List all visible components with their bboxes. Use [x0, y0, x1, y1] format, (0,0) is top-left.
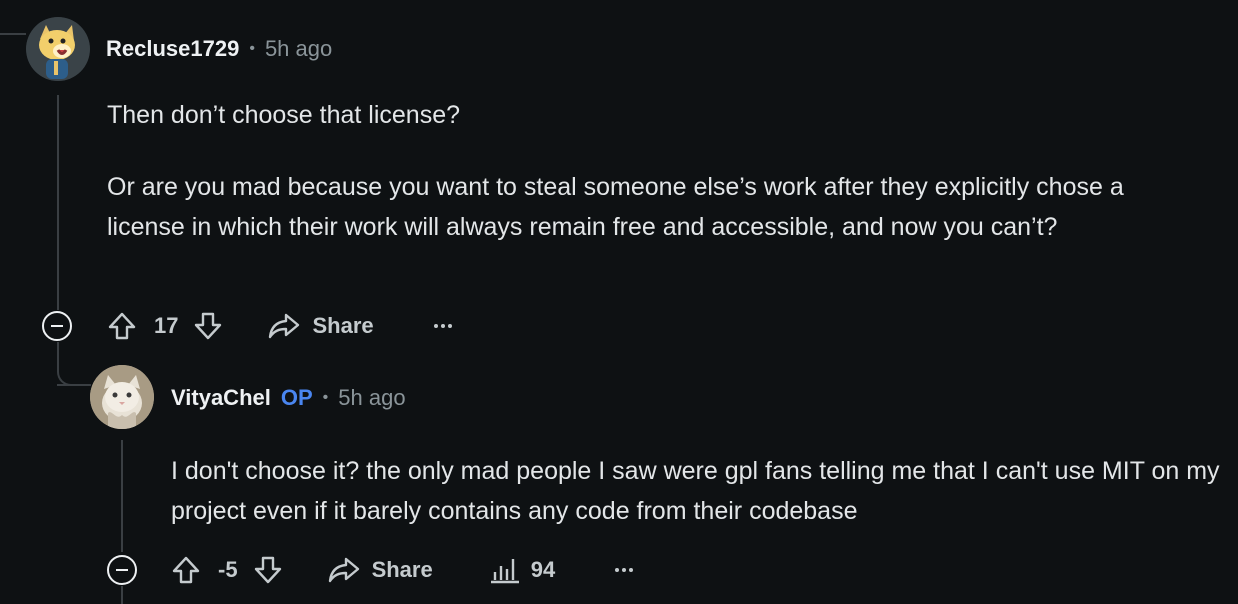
meta-separator: • — [249, 40, 255, 57]
downvote-arrow-icon — [254, 556, 281, 584]
minus-icon — [116, 569, 128, 571]
parent-thread-line — [0, 33, 26, 35]
cat-avatar-icon — [90, 365, 154, 429]
timestamp[interactable]: 5h ago — [338, 385, 405, 411]
collapse-thread-button[interactable] — [42, 311, 72, 341]
share-arrow-icon — [269, 313, 300, 339]
share-arrow-icon — [328, 557, 359, 583]
comment-actions: -5 Share 94 — [170, 553, 634, 587]
downvote-button[interactable] — [252, 554, 284, 586]
op-badge: OP — [280, 385, 313, 410]
dog-avatar-icon — [26, 17, 90, 81]
comment-thread-line — [57, 95, 59, 310]
upvote-button[interactable] — [170, 554, 202, 586]
comment-meta: VityaChel OP • 5h ago — [171, 385, 406, 411]
comment-actions: 17 Share — [106, 309, 452, 343]
share-button[interactable]: Share — [268, 312, 374, 340]
views-count: 94 — [530, 557, 556, 582]
reply-thread-line-bottom — [121, 586, 123, 604]
upvote-arrow-icon — [172, 556, 200, 584]
avatar[interactable] — [26, 17, 90, 81]
ellipsis-icon — [615, 568, 620, 572]
avatar[interactable] — [90, 365, 154, 429]
vote-score: -5 — [218, 557, 238, 582]
more-options-button[interactable] — [433, 324, 452, 328]
share-label: Share — [371, 557, 433, 582]
comment-body: I don't choose it? the only mad people I… — [171, 451, 1221, 531]
more-options-button[interactable] — [615, 568, 634, 572]
comment-paragraph: Then don’t choose that license? — [107, 101, 461, 129]
share-button[interactable]: Share — [328, 556, 433, 584]
comment-meta: Recluse1729 • 5h ago — [106, 36, 332, 62]
vote-score: 17 — [154, 313, 179, 338]
bar-chart-icon — [490, 559, 519, 584]
comment-paragraph: I don't choose it? the only mad people I… — [171, 457, 1220, 525]
meta-separator: • — [322, 389, 329, 406]
reply-thread-line — [121, 440, 123, 552]
username[interactable]: Recluse1729 — [106, 36, 239, 62]
comment-body: Then don’t choose that license? Or are y… — [107, 95, 1207, 247]
downvote-arrow-icon — [195, 312, 222, 340]
comment-paragraph: Or are you mad because you want to steal… — [107, 173, 1124, 241]
share-label: Share — [312, 313, 374, 338]
minus-icon — [51, 325, 63, 327]
upvote-arrow-icon — [108, 312, 136, 340]
timestamp[interactable]: 5h ago — [265, 36, 332, 62]
downvote-button[interactable] — [192, 310, 224, 342]
ellipsis-icon — [433, 324, 438, 328]
insights-button[interactable]: 94 — [489, 556, 555, 584]
collapse-thread-button[interactable] — [107, 555, 137, 585]
username[interactable]: VityaChel — [171, 385, 271, 411]
upvote-button[interactable] — [106, 310, 138, 342]
